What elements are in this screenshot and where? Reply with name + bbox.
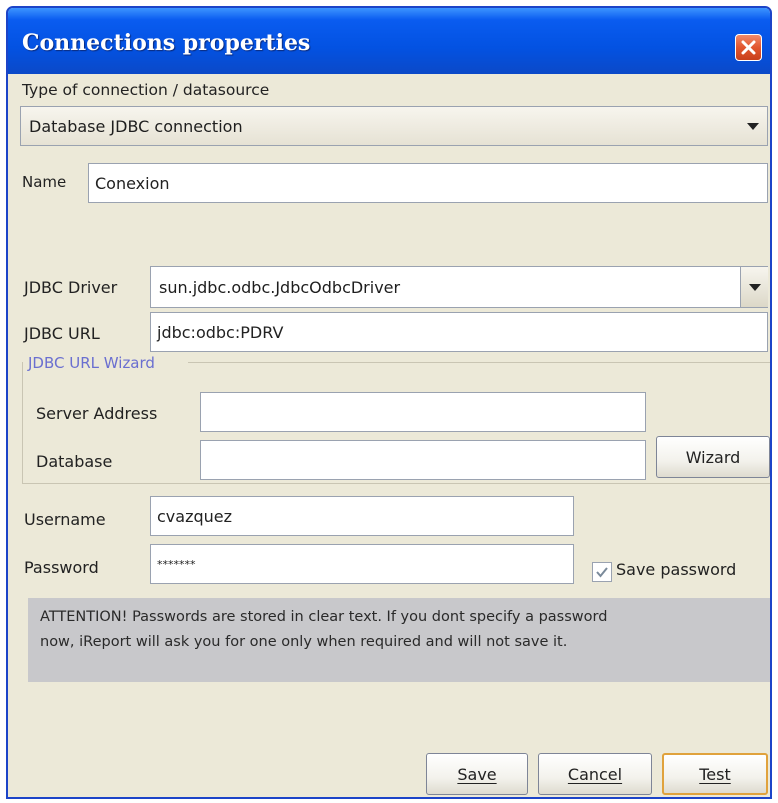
jdbc-driver-select[interactable]: sun.jdbc.odbc.JdbcOdbcDriver <box>150 266 768 308</box>
wizard-button[interactable]: Wizard <box>656 436 770 478</box>
password-input[interactable]: ******* <box>150 544 574 584</box>
jdbc-driver-label: JDBC Driver <box>24 278 118 297</box>
save-button-label: Save <box>457 764 497 784</box>
checkmark-icon <box>596 567 608 578</box>
test-button-label: Test <box>699 764 731 784</box>
connections-dialog: Connections properties Type of connectio… <box>6 6 772 799</box>
jdbc-driver-value: sun.jdbc.odbc.JdbcOdbcDriver <box>159 277 401 297</box>
name-label: Name <box>22 173 67 191</box>
dialog-title: Connections properties <box>22 30 311 56</box>
connection-type-select[interactable]: Database JDBC connection <box>20 106 768 146</box>
database-label: Database <box>36 452 113 471</box>
attention-notice: ATTENTION! Passwords are stored in clear… <box>28 598 770 682</box>
name-input-value: Conexion <box>95 173 170 193</box>
connection-type-label: Type of connection / datasource <box>22 81 270 99</box>
chevron-down-icon <box>748 283 761 291</box>
jdbc-url-label: JDBC URL <box>24 324 100 343</box>
jdbc-driver-dropdown-button[interactable] <box>740 267 768 307</box>
close-button[interactable] <box>735 34 762 61</box>
password-label: Password <box>24 558 99 577</box>
save-password-label: Save password <box>616 560 737 579</box>
connection-type-value: Database JDBC connection <box>29 116 243 136</box>
save-password-checkbox[interactable] <box>592 562 612 582</box>
cancel-button[interactable]: Cancel <box>538 753 652 795</box>
cancel-button-label: Cancel <box>567 764 623 784</box>
username-input[interactable]: cvazquez <box>150 496 574 536</box>
close-icon <box>741 40 756 55</box>
chevron-down-icon <box>747 122 759 130</box>
database-input[interactable] <box>200 440 646 480</box>
wizard-button-label: Wizard <box>685 447 741 467</box>
name-input[interactable]: Conexion <box>88 163 768 203</box>
server-address-label: Server Address <box>36 404 158 423</box>
test-button[interactable]: Test <box>662 753 768 795</box>
username-value: cvazquez <box>157 506 233 526</box>
username-label: Username <box>24 510 106 529</box>
attention-line-2: now, iReport will ask you for one only w… <box>40 634 568 650</box>
title-bar: Connections properties <box>8 8 770 74</box>
server-address-input[interactable] <box>200 392 646 432</box>
attention-line-1: ATTENTION! Passwords are stored in clear… <box>40 609 608 625</box>
save-button[interactable]: Save <box>426 753 528 795</box>
password-value: ******* <box>157 557 196 571</box>
jdbc-url-input[interactable]: jdbc:odbc:PDRV <box>150 312 768 352</box>
jdbc-url-value: jdbc:odbc:PDRV <box>157 322 284 342</box>
wizard-panel-divider <box>188 362 770 363</box>
wizard-group-label: JDBC URL Wizard <box>26 354 157 372</box>
